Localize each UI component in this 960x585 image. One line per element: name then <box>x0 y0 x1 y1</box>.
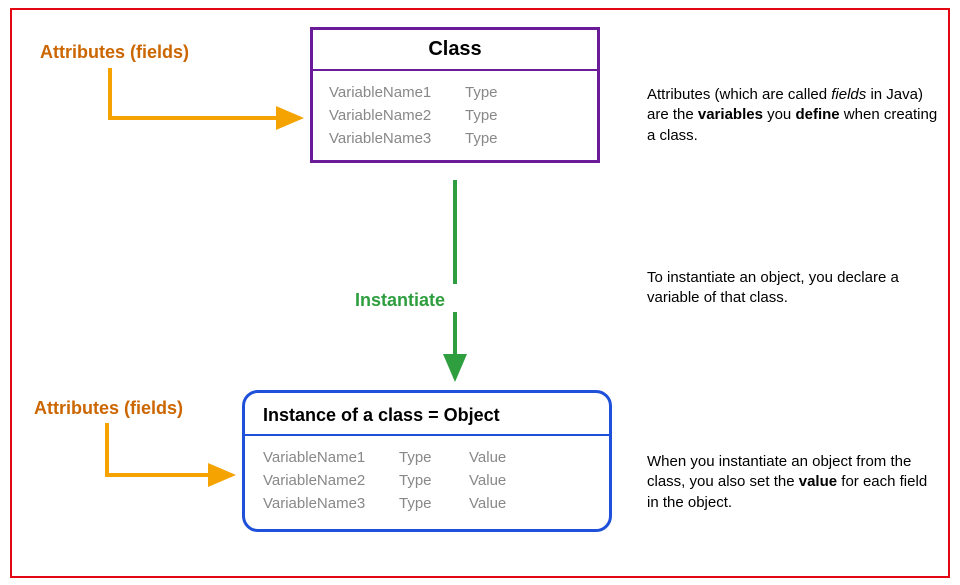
class-row: VariableName3 Type <box>329 127 581 150</box>
class-box-title: Class <box>313 30 597 71</box>
object-row: VariableName1 Type Value <box>263 446 591 469</box>
class-row: VariableName2 Type <box>329 104 581 127</box>
class-row: VariableName1 Type <box>329 81 581 104</box>
var-type: Type <box>465 130 535 147</box>
attributes-label-top: Attributes (fields) <box>40 42 189 63</box>
var-type: Type <box>399 449 469 466</box>
object-box-body: VariableName1 Type Value VariableName2 T… <box>245 436 609 529</box>
explain-attributes: Attributes (which are called fields in J… <box>647 85 942 146</box>
var-value: Value <box>469 495 529 512</box>
explain-value: When you instantiate an object from the … <box>647 452 942 513</box>
var-type: Type <box>399 495 469 512</box>
attributes-label-bottom: Attributes (fields) <box>34 398 183 419</box>
value-word: value <box>799 473 837 490</box>
arrow-attributes-top <box>110 68 300 118</box>
text: you <box>763 106 796 123</box>
define-word: define <box>795 106 839 123</box>
var-name: VariableName2 <box>329 107 465 124</box>
var-type: Type <box>465 84 535 101</box>
explain-instantiate: To instantiate an object, you declare a … <box>647 268 942 309</box>
diagram-frame: Attributes (fields) Class VariableName1 … <box>10 8 950 578</box>
text: Attributes (which are called <box>647 86 831 103</box>
var-value: Value <box>469 472 529 489</box>
object-row: VariableName3 Type Value <box>263 492 591 515</box>
var-name: VariableName1 <box>263 449 399 466</box>
object-row: VariableName2 Type Value <box>263 469 591 492</box>
var-value: Value <box>469 449 529 466</box>
fields-word: fields <box>831 86 866 103</box>
variables-word: variables <box>698 106 763 123</box>
var-name: VariableName3 <box>329 130 465 147</box>
class-box-body: VariableName1 Type VariableName2 Type Va… <box>313 71 597 160</box>
object-box-title: Instance of a class = Object <box>245 401 609 436</box>
var-name: VariableName2 <box>263 472 399 489</box>
instantiate-label: Instantiate <box>355 290 445 311</box>
object-box: Instance of a class = Object VariableNam… <box>242 390 612 532</box>
var-type: Type <box>399 472 469 489</box>
var-name: VariableName3 <box>263 495 399 512</box>
var-type: Type <box>465 107 535 124</box>
var-name: VariableName1 <box>329 84 465 101</box>
arrow-attributes-bottom <box>107 423 232 475</box>
class-box: Class VariableName1 Type VariableName2 T… <box>310 27 600 163</box>
